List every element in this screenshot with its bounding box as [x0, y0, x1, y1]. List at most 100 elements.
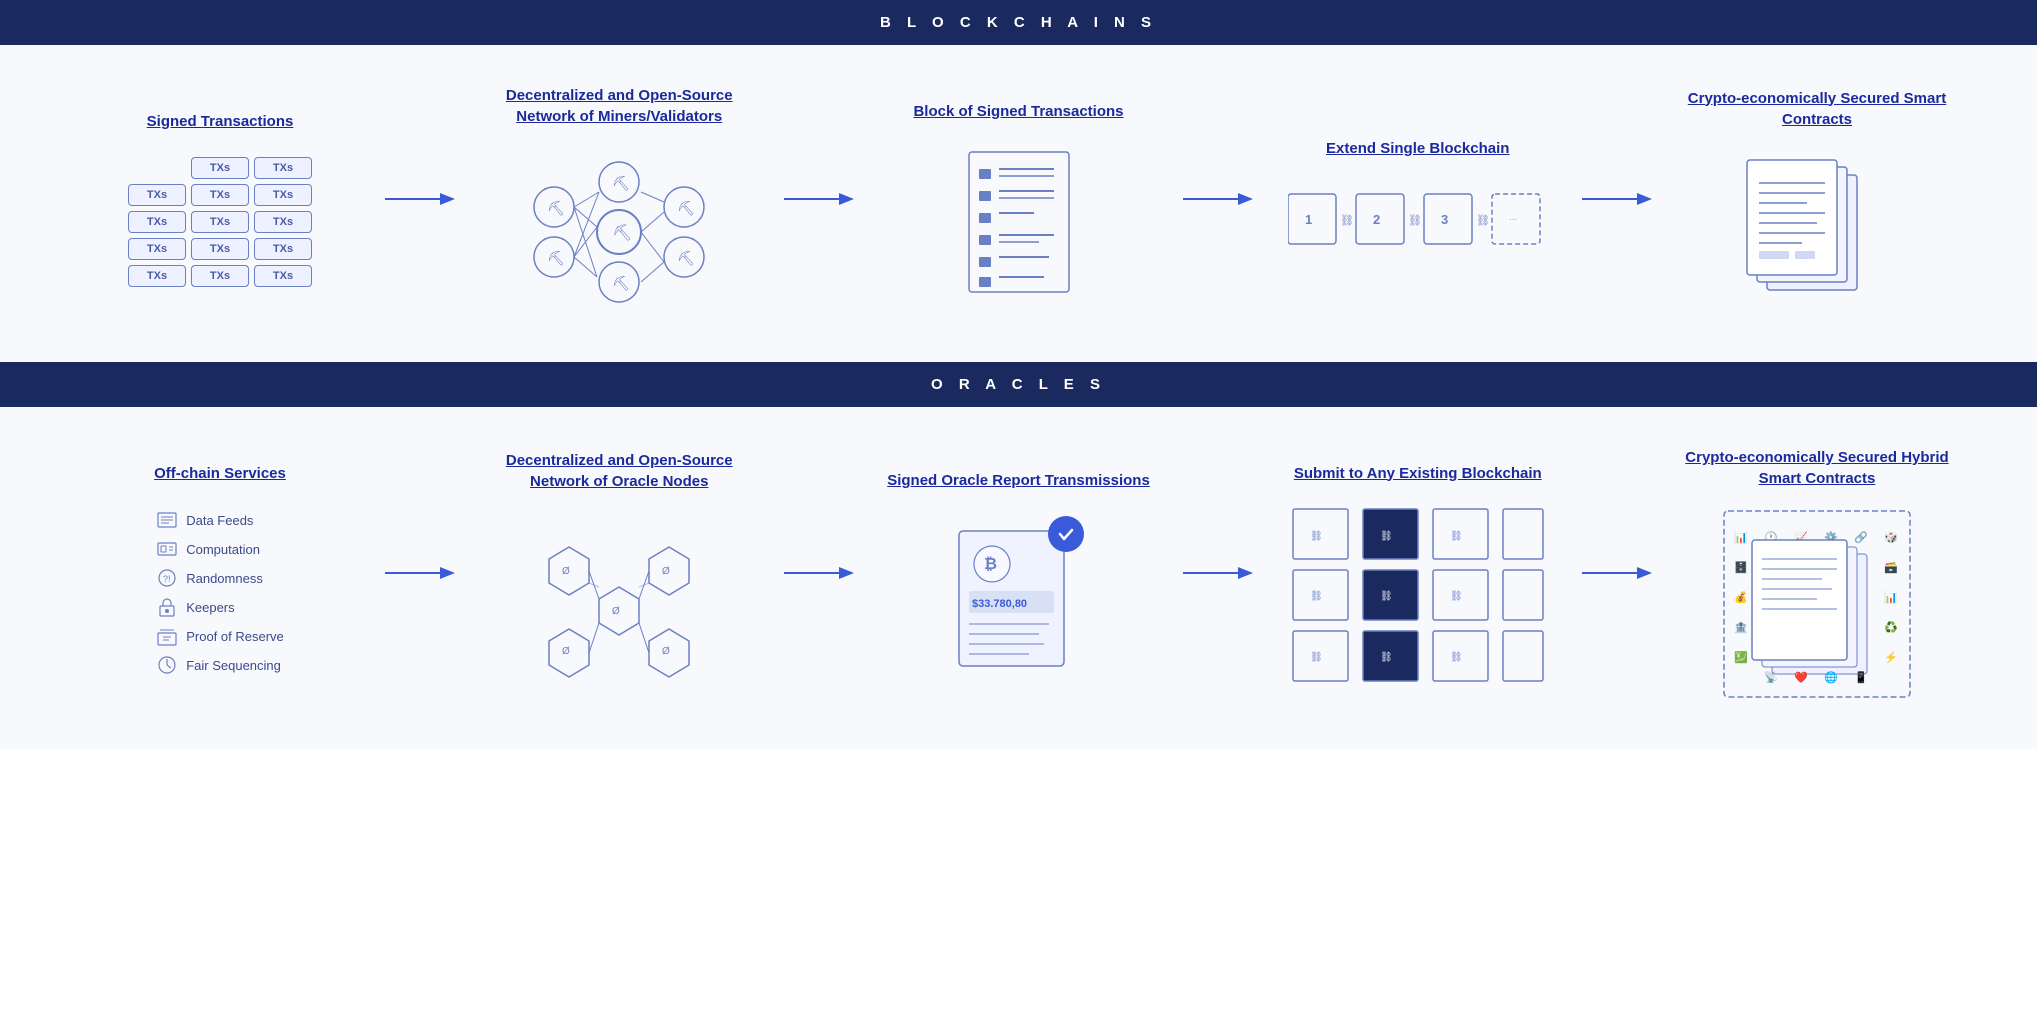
block-signed-title: Block of Signed Transactions: [913, 101, 1123, 122]
step-hybrid-contracts: Crypto-economically Secured Hybrid Smart…: [1677, 447, 1957, 699]
tx-box: TXs: [128, 265, 186, 287]
svg-text:⛓: ⛓: [1310, 530, 1323, 542]
main-container: B L O C K C H A I N S Signed Transaction…: [0, 0, 2037, 749]
tx-box: TXs: [191, 157, 249, 179]
svg-text:🗃️: 🗃️: [1884, 562, 1898, 574]
oracle-network-icon: Ø Ø Ø Ø Ø: [519, 517, 719, 697]
tx-box: TXs: [128, 184, 186, 206]
fair-sequencing-icon: [156, 654, 178, 676]
tx-box: TXs: [128, 211, 186, 233]
svg-text:Ø: Ø: [662, 646, 670, 657]
proof-reserve-label: Proof of Reserve: [186, 629, 284, 644]
randomness-icon: ?!: [156, 567, 178, 589]
tx-box: TXs: [254, 238, 312, 260]
oracle-arrow-3: [1183, 558, 1253, 588]
miners-network-icon: ⛏ ⛏ ⛏ ⛏ ⛏ ⛏ ⛏: [529, 152, 709, 312]
offchain-item-proof-reserve: Proof of Reserve: [156, 625, 284, 647]
arrow-3: [1183, 184, 1253, 214]
tx-box: TXs: [191, 211, 249, 233]
oracles-title: O R A C L E S: [931, 376, 1106, 393]
blockchain-chain-icon: 1 ⛓ 2 ⛓ 3 ⛓: [1288, 179, 1548, 259]
svg-text:⛓: ⛓: [1380, 530, 1393, 542]
blockchains-header: B L O C K C H A I N S: [0, 0, 2037, 45]
computation-label: Computation: [186, 542, 260, 557]
svg-text:Ø: Ø: [562, 646, 570, 657]
computation-icon: [156, 538, 178, 560]
svg-text:...: ...: [1509, 212, 1517, 223]
arrow-1: [385, 184, 455, 214]
svg-text:🎲: 🎲: [1884, 531, 1898, 544]
svg-text:⛓: ⛓: [1380, 590, 1393, 602]
svg-text:2: 2: [1373, 212, 1380, 227]
svg-text:♻️: ♻️: [1884, 621, 1898, 634]
oracle-arrow-2: [784, 558, 854, 588]
offchain-item-randomness: ?! Randomness: [156, 567, 284, 589]
arrow-2: [784, 184, 854, 214]
extend-blockchain-title: Extend Single Blockchain: [1326, 138, 1509, 159]
offchain-list: Data Feeds Computation: [156, 509, 284, 683]
oracle-arrow-1: [385, 558, 455, 588]
svg-text:⛓: ⛓: [1450, 530, 1463, 542]
hybrid-contract-icon: 📊 🕐 📈 ⚙️ 🔗 🎲 🗄️: [1722, 509, 1912, 699]
svg-text:⛓: ⛓: [1340, 214, 1354, 227]
step-oracle-reports: Signed Oracle Report Transmissions ₿ $33…: [879, 470, 1159, 676]
proof-reserve-icon: [156, 625, 178, 647]
tx-box: TXs: [254, 211, 312, 233]
svg-text:⛏: ⛏: [612, 275, 630, 291]
tx-box: TXs: [128, 238, 186, 260]
oracle-nodes-title: Decentralized and Open-Source Network of…: [479, 450, 759, 492]
step-block-signed: Block of Signed Transactions: [879, 101, 1159, 297]
keepers-icon: [156, 596, 178, 618]
step-offchain-services: Off-chain Services Data Feeds: [80, 463, 360, 683]
svg-text:⛏: ⛏: [612, 224, 632, 242]
data-feeds-label: Data Feeds: [186, 513, 253, 528]
keepers-label: Keepers: [186, 600, 234, 615]
svg-text:⛓: ⛓: [1380, 651, 1393, 663]
svg-text:1: 1: [1305, 212, 1312, 227]
sections-wrapper: B L O C K C H A I N S Signed Transaction…: [0, 0, 2037, 749]
fair-sequencing-label: Fair Sequencing: [186, 658, 281, 673]
checkmark-badge: [1048, 516, 1084, 552]
smart-contracts-title: Crypto-economically Secured Smart Contra…: [1677, 88, 1957, 130]
blockchains-section: B L O C K C H A I N S Signed Transaction…: [0, 0, 2037, 362]
miners-validators-title: Decentralized and Open-Source Network of…: [479, 85, 759, 127]
randomness-label: Randomness: [186, 571, 263, 586]
oracle-report-container: ₿ $33.780,80: [954, 516, 1084, 676]
signed-transactions-title: Signed Transactions: [147, 111, 294, 132]
svg-text:?!: ?!: [163, 574, 171, 584]
svg-text:$33.780,80: $33.780,80: [972, 598, 1027, 610]
step-signed-transactions: Signed Transactions TXs TXs TXs TXs TXs …: [80, 111, 360, 287]
svg-text:3: 3: [1441, 212, 1448, 227]
step-oracle-nodes: Decentralized and Open-Source Network of…: [479, 450, 759, 697]
svg-text:❤️: ❤️: [1794, 671, 1808, 684]
svg-text:⛓: ⛓: [1408, 214, 1422, 227]
svg-text:⛓: ⛓: [1450, 651, 1463, 663]
offchain-item-data-feeds: Data Feeds: [156, 509, 284, 531]
offchain-services-title: Off-chain Services: [154, 463, 286, 484]
submit-blockchain-icon: ⛓ ⛓ ⛓ ⛓ ⛓ ⛓: [1288, 504, 1548, 684]
svg-text:💹: 💹: [1734, 651, 1748, 664]
svg-text:Ø: Ø: [612, 606, 620, 617]
svg-text:⛏: ⛏: [677, 250, 695, 266]
tx-box: TXs: [191, 184, 249, 206]
svg-text:🔗: 🔗: [1854, 530, 1868, 544]
svg-text:⛏: ⛏: [547, 200, 565, 216]
svg-text:⛓: ⛓: [1450, 590, 1463, 602]
svg-text:⛓: ⛓: [1310, 651, 1323, 663]
svg-text:⚡: ⚡: [1884, 651, 1898, 664]
svg-text:⛏: ⛏: [677, 200, 695, 216]
svg-text:💰: 💰: [1734, 591, 1748, 604]
oracles-content: Off-chain Services Data Feeds: [0, 407, 2037, 749]
oracle-arrow-4: [1582, 558, 1652, 588]
svg-text:₿: ₿: [984, 555, 997, 573]
submit-blockchain-title: Submit to Any Existing Blockchain: [1294, 463, 1542, 484]
svg-text:🏦: 🏦: [1734, 621, 1748, 634]
arrow-4: [1582, 184, 1652, 214]
tx-box: TXs: [191, 265, 249, 287]
tx-box: TXs: [254, 157, 312, 179]
svg-text:📱: 📱: [1854, 671, 1868, 684]
svg-text:Ø: Ø: [662, 566, 670, 577]
hybrid-contracts-title: Crypto-economically Secured Hybrid Smart…: [1677, 447, 1957, 489]
offchain-item-fair-sequencing: Fair Sequencing: [156, 654, 284, 676]
svg-text:🌐: 🌐: [1824, 671, 1838, 684]
